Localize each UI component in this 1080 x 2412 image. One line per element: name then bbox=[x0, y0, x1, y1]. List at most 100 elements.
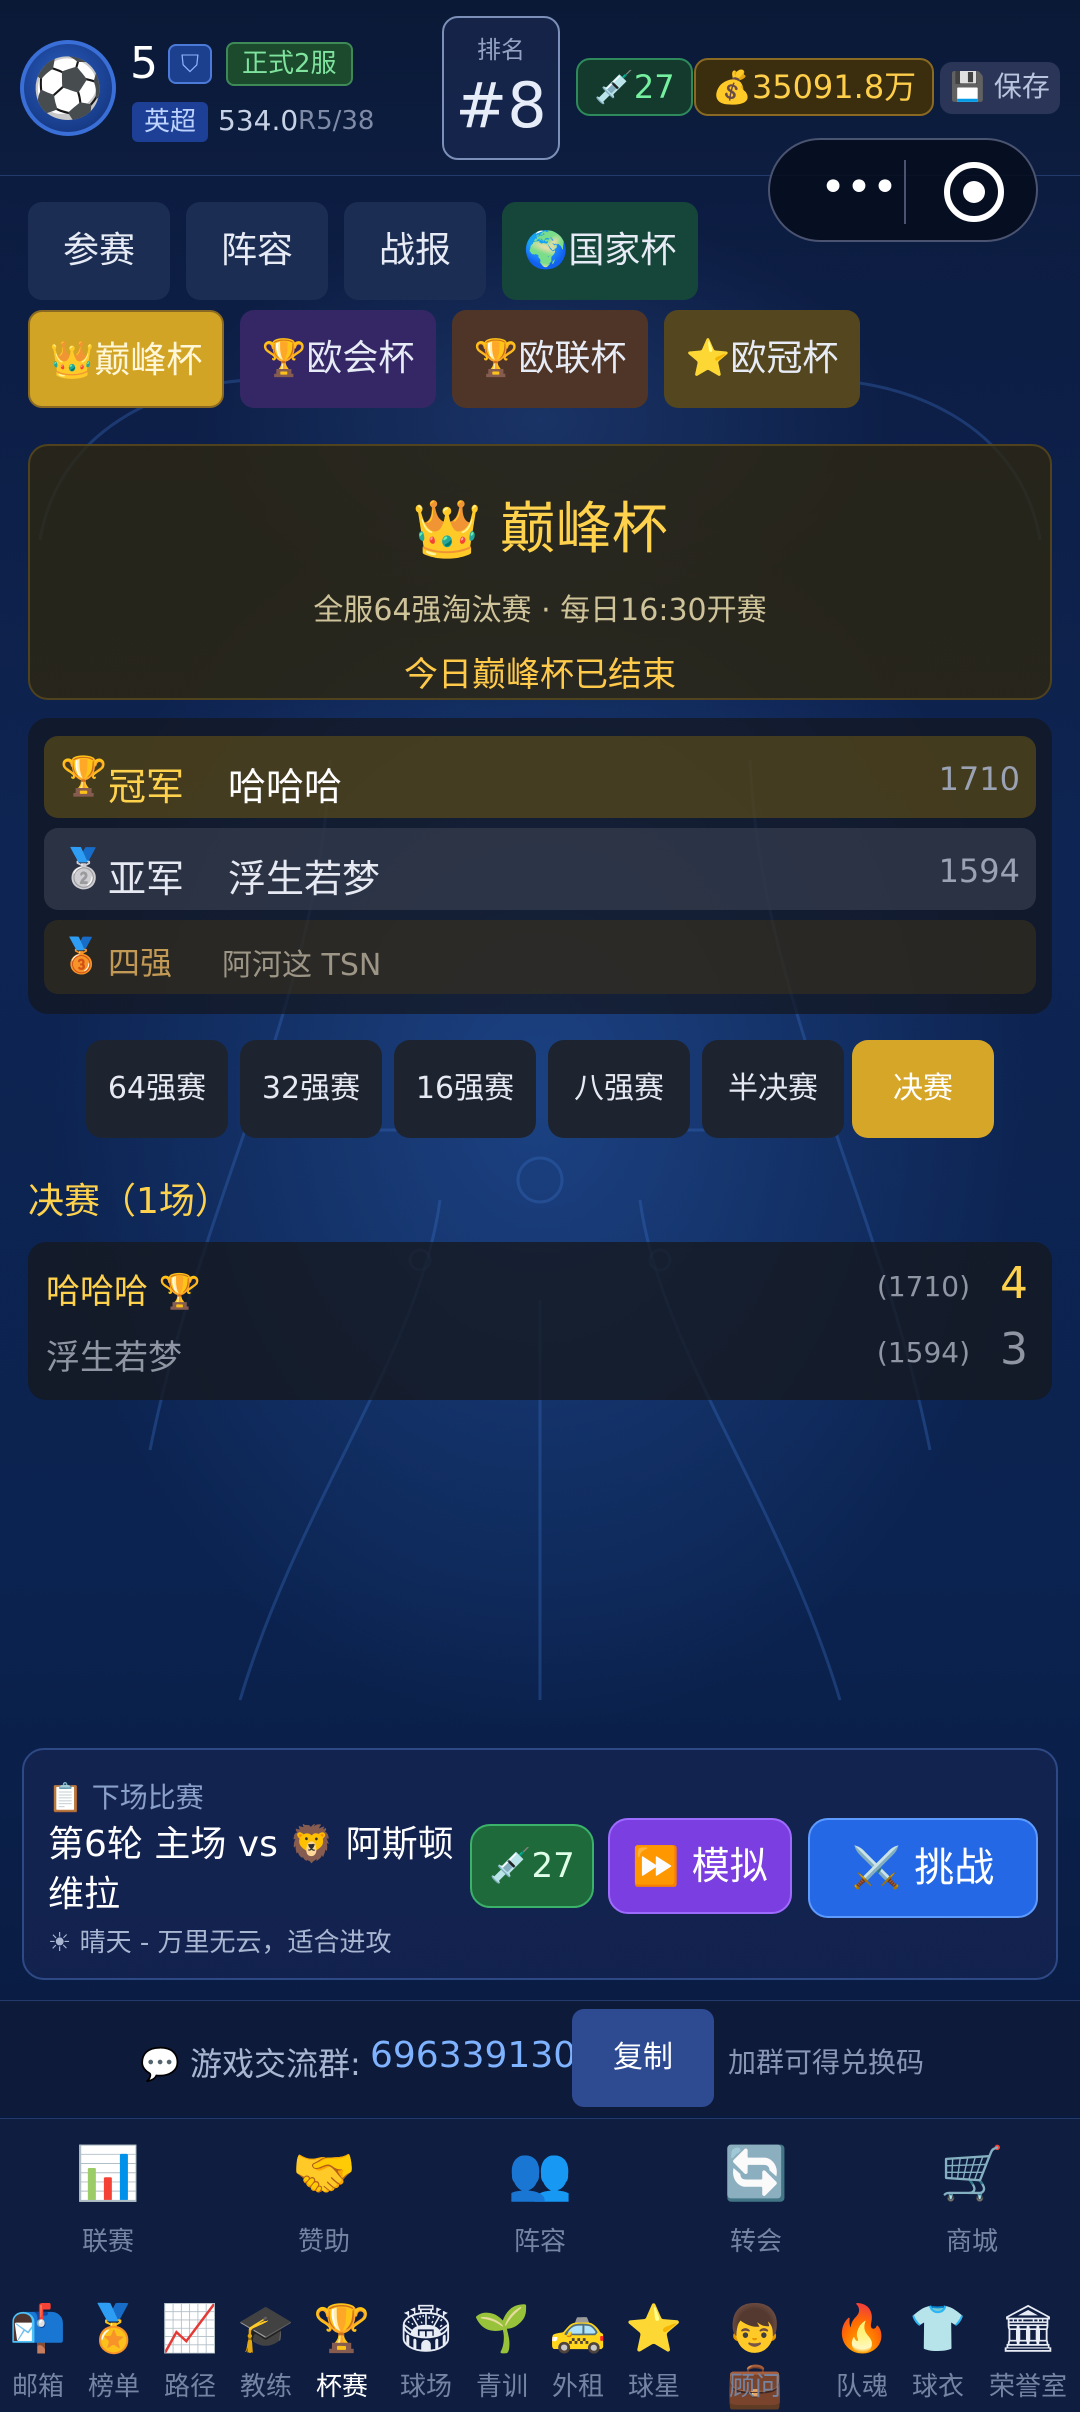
nav-sponsor[interactable]: 🤝 赞助 bbox=[259, 2141, 389, 2258]
trend-icon: 📈 bbox=[161, 2301, 219, 2355]
taxi-icon: 🚕 bbox=[549, 2301, 607, 2355]
weather-info: ☀ 晴天 - 万里无云，适合进攻 bbox=[48, 1928, 392, 1958]
match-card[interactable]: 哈哈哈 🏆 (1710) 4 浮生若梦 (1594) 3 bbox=[28, 1242, 1052, 1400]
challenge-button[interactable]: ⚔️ 挑战 bbox=[808, 1818, 1038, 1918]
next-match-panel: 📋 下场比赛 第6轮 主场 vs 🦁 阿斯顿维拉 ☀ 晴天 - 万里无云，适合进… bbox=[22, 1748, 1058, 1980]
league-badge: 英超 bbox=[132, 102, 209, 142]
trophy-icon: 🏆 bbox=[313, 2301, 371, 2355]
stage-tab-quarterfinal[interactable]: 八强赛 bbox=[548, 1040, 690, 1138]
tab-conference-cup[interactable]: 🏆欧会杯 bbox=[240, 310, 436, 408]
nav-youth-label: 青训 bbox=[475, 2372, 528, 2402]
energy-button-value: 27 bbox=[531, 1846, 575, 1886]
trophy-icon: 🏆 bbox=[60, 754, 108, 798]
champion-row: 🏆 冠军 哈哈哈 1710 bbox=[44, 736, 1036, 818]
nav-team-spirit-label: 队魂 bbox=[835, 2372, 888, 2402]
tab-national-cup[interactable]: 🌍国家杯 bbox=[502, 202, 698, 300]
section-title: 决赛（1场） bbox=[28, 1181, 231, 1222]
group-number: 696339130 bbox=[370, 2035, 577, 2076]
nav-mail[interactable]: 📬 邮箱 bbox=[0, 2300, 76, 2403]
star-icon: ⭐ bbox=[625, 2301, 683, 2355]
refresh-icon: 🔄 bbox=[723, 2144, 789, 2204]
results-card: 🏆 冠军 哈哈哈 1710 🥈 亚军 浮生若梦 1594 🥉 四强 阿河这 TS… bbox=[28, 718, 1052, 1014]
rank-box[interactable]: 排名 #8 bbox=[442, 16, 560, 160]
museum-icon: 🏛 bbox=[998, 2301, 1058, 2355]
stage-tab-semifinal[interactable]: 半决赛 bbox=[702, 1040, 844, 1138]
runner-up-row: 🥈 亚军 浮生若梦 1594 bbox=[44, 828, 1036, 910]
rank-value: #8 bbox=[455, 69, 547, 142]
league-points: 534.0 bbox=[218, 104, 299, 137]
miniprogram-capsule: ••• bbox=[768, 138, 1038, 242]
nav-jersey[interactable]: 👕 球衣 bbox=[900, 2300, 976, 2403]
save-label: 保存 bbox=[993, 70, 1050, 103]
nav-stadium[interactable]: 🏟 球场 bbox=[388, 2300, 464, 2403]
nav-stadium-label: 球场 bbox=[399, 2372, 452, 2402]
nav-transfer[interactable]: 🔄 转会 bbox=[691, 2141, 821, 2258]
tab-peak-cup[interactable]: 👑巅峰杯 bbox=[28, 310, 224, 408]
energy-button[interactable]: 💉27 bbox=[470, 1824, 594, 1908]
group-bar: 💬 游戏交流群: 696339130 复制 加群可得兑换码 bbox=[0, 2000, 1080, 2116]
nav-advisor[interactable]: 👦💼 顾问 bbox=[700, 2300, 810, 2411]
simulate-button[interactable]: ⏩ 模拟 bbox=[608, 1818, 792, 1914]
nav-coach[interactable]: 🎓 教练 bbox=[228, 2300, 304, 2403]
nav-loan[interactable]: 🚕 外租 bbox=[540, 2300, 616, 2403]
nav-team-spirit[interactable]: 🔥 队魂 bbox=[824, 2300, 900, 2403]
team1-rating: (1710) bbox=[876, 1270, 970, 1303]
mailbox-icon: 📬 bbox=[9, 2301, 67, 2355]
cup-subtitle: 全服64强淘汰赛 · 每日16:30开赛 bbox=[313, 593, 767, 628]
tab-reports[interactable]: 战报 bbox=[344, 202, 486, 300]
stage-tab-64[interactable]: 64强赛 bbox=[86, 1040, 228, 1138]
team1-name: 哈哈哈 🏆 bbox=[46, 1272, 202, 1312]
semifinalists-row: 🥉 四强 阿河这 TSN bbox=[44, 920, 1036, 994]
close-target-icon[interactable] bbox=[944, 162, 1004, 222]
stage-tab-32[interactable]: 32强赛 bbox=[240, 1040, 382, 1138]
money-bag-icon: 💰 bbox=[712, 68, 752, 106]
graduation-cap-icon: 🎓 bbox=[237, 2301, 295, 2355]
nav-cup[interactable]: 🏆 杯赛 bbox=[304, 2300, 380, 2403]
seedling-icon: 🌱 bbox=[473, 2301, 531, 2355]
league-round: R5/38 bbox=[298, 106, 375, 136]
bronze-medal-icon: 🥉 bbox=[60, 936, 103, 976]
next-match-description: 第6轮 主场 vs 🦁 阿斯顿维拉 bbox=[48, 1824, 454, 1915]
nav-league[interactable]: 📊 联赛 bbox=[43, 2141, 173, 2258]
stadium-icon: 🏟 bbox=[396, 2301, 456, 2355]
nav-sponsor-label: 赞助 bbox=[297, 2227, 350, 2257]
nav-ranking[interactable]: 🏅 榜单 bbox=[76, 2300, 152, 2403]
rank-label: 排名 bbox=[477, 36, 525, 64]
tab-enter[interactable]: 参赛 bbox=[28, 202, 170, 300]
bottom-nav-secondary: 📬 邮箱 🏅 榜单 📈 路径 🎓 教练 🏆 杯赛 🏟 球场 🌱 青训 🚕 外租 ⭐ 球星 👦💼 顾问… bbox=[0, 2288, 1080, 2412]
tab-europa-cup[interactable]: 🏆欧联杯 bbox=[452, 310, 648, 408]
nav-youth[interactable]: 🌱 青训 bbox=[464, 2300, 540, 2403]
nav-lineup-label: 阵容 bbox=[513, 2227, 566, 2257]
copy-button[interactable]: 复制 bbox=[572, 2009, 714, 2107]
team2-name: 浮生若梦 bbox=[46, 1338, 182, 1378]
nav-shop[interactable]: 🛒 商城 bbox=[907, 2141, 1037, 2258]
gold-indicator[interactable]: 💰35091.8万 bbox=[694, 58, 935, 116]
nav-lineup[interactable]: 👥 阵容 bbox=[475, 2141, 605, 2258]
nav-loan-label: 外租 bbox=[551, 2372, 604, 2402]
stage-tab-final[interactable]: 决赛 bbox=[852, 1040, 994, 1138]
bottom-nav-main: 📊 联赛 🤝 赞助 👥 阵容 🔄 转会 🛒 商城 bbox=[0, 2118, 1080, 2288]
capsule-divider bbox=[904, 160, 906, 224]
nav-shop-label: 商城 bbox=[945, 2227, 998, 2257]
gold-value: 35091.8万 bbox=[751, 68, 917, 106]
handshake-icon: 🤝 bbox=[291, 2144, 357, 2204]
people-icon: 👥 bbox=[507, 2144, 573, 2204]
nav-star[interactable]: ⭐ 球星 bbox=[616, 2300, 692, 2403]
chart-icon: 📊 bbox=[75, 2144, 141, 2204]
save-button[interactable]: 💾 保存 bbox=[940, 62, 1060, 114]
nav-honor-room[interactable]: 🏛 荣誉室 bbox=[978, 2300, 1078, 2403]
tab-champions-cup[interactable]: ⭐欧冠杯 bbox=[664, 310, 860, 408]
more-menu-button[interactable]: ••• bbox=[804, 164, 914, 220]
nav-advisor-label: 顾问 bbox=[728, 2372, 781, 2402]
semifinalist-names: 阿河这 TSN bbox=[222, 948, 382, 983]
group-tip: 加群可得兑换码 bbox=[728, 2046, 925, 2079]
nav-coach-label: 教练 bbox=[239, 2372, 292, 2402]
stage-tab-16[interactable]: 16强赛 bbox=[394, 1040, 536, 1138]
nav-honor-room-label: 荣誉室 bbox=[988, 2372, 1067, 2402]
team-logo[interactable]: ⚽ bbox=[20, 40, 116, 136]
tab-lineup[interactable]: 阵容 bbox=[186, 202, 328, 300]
syringe-icon: 💉 bbox=[489, 1846, 532, 1886]
silver-medal-icon: 🥈 bbox=[60, 846, 108, 890]
nav-path[interactable]: 📈 路径 bbox=[152, 2300, 228, 2403]
energy-indicator[interactable]: 💉27 bbox=[576, 58, 693, 116]
